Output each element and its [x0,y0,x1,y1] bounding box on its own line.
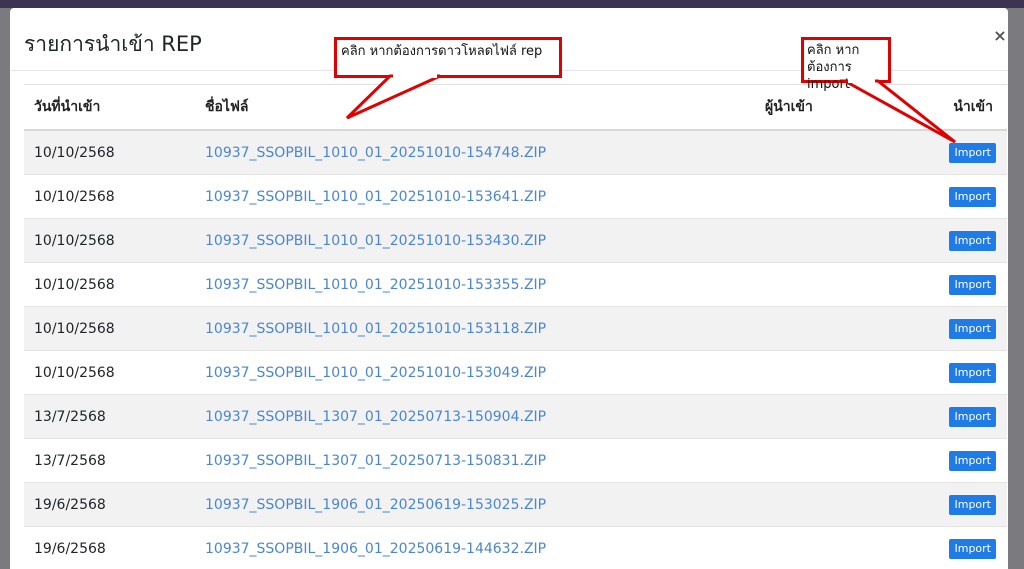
importer-cell [765,174,935,219]
importer-cell [765,262,935,307]
backdrop-right [1008,8,1024,569]
file-name-cell: 10937_SSOPBIL_1010_01_20251010-153355.ZI… [205,262,765,307]
download-hint-callout: คลิก หากต้องการดาวโหลดไฟล์ rep [334,37,562,78]
import-date-cell: 10/10/2568 [24,174,205,219]
importer-cell [765,129,935,175]
table-row: 19/6/2568 10937_SSOPBIL_1906_01_20250619-… [24,526,1007,569]
file-download-link[interactable]: 10937_SSOPBIL_1307_01_20250713-150904.ZI… [205,409,546,425]
rep-file-table: วันที่นำเข้า ชื่อไฟล์ ผู้นำเข้า นำเข้า 1… [24,84,1007,569]
import-button[interactable]: Import [949,406,996,427]
import-button[interactable]: Import [949,142,996,163]
col-header-import: นำเข้า [935,84,1007,131]
import-button[interactable]: Import [949,450,996,471]
col-header-importer: ผู้นำเข้า [765,84,935,131]
file-download-link[interactable]: 10937_SSOPBIL_1010_01_20251010-153355.ZI… [205,277,546,293]
importer-cell [765,438,935,483]
import-button[interactable]: Import [949,186,996,207]
import-cell: Import [935,218,1007,263]
file-download-link[interactable]: 10937_SSOPBIL_1010_01_20251010-153049.ZI… [205,365,546,381]
import-date-cell: 10/10/2568 [24,350,205,395]
table-row: 10/10/2568 10937_SSOPBIL_1010_01_20251010… [24,262,1007,307]
file-download-link[interactable]: 10937_SSOPBIL_1906_01_20250619-153025.ZI… [205,497,546,513]
col-header-import-date: วันที่นำเข้า [24,84,205,131]
import-cell: Import [935,129,1007,175]
table-row: 19/6/2568 10937_SSOPBIL_1906_01_20250619-… [24,482,1007,527]
importer-cell [765,394,935,439]
importer-cell [765,526,935,569]
file-name-cell: 10937_SSOPBIL_1010_01_20251010-153430.ZI… [205,218,765,263]
file-name-cell: 10937_SSOPBIL_1010_01_20251010-153641.ZI… [205,174,765,219]
file-name-cell: 10937_SSOPBIL_1307_01_20250713-150904.ZI… [205,394,765,439]
table-row: 10/10/2568 10937_SSOPBIL_1010_01_20251010… [24,218,1007,263]
file-download-link[interactable]: 10937_SSOPBIL_1010_01_20251010-153430.ZI… [205,233,546,249]
table-row: 10/10/2568 10937_SSOPBIL_1010_01_20251010… [24,174,1007,219]
table-row: 13/7/2568 10937_SSOPBIL_1307_01_20250713-… [24,394,1007,439]
table-row: 10/10/2568 10937_SSOPBIL_1010_01_20251010… [24,129,1007,175]
import-cell: Import [935,350,1007,395]
import-date-cell: 13/7/2568 [24,438,205,483]
close-icon[interactable]: × [992,24,1008,46]
table-header-row: วันที่นำเข้า ชื่อไฟล์ ผู้นำเข้า นำเข้า [24,84,1007,131]
import-button[interactable]: Import [949,318,996,339]
file-name-cell: 10937_SSOPBIL_1010_01_20251010-153049.ZI… [205,350,765,395]
import-hint-callout: คลิก หากต้องการ import [801,37,891,92]
import-button[interactable]: Import [949,230,996,251]
import-cell: Import [935,438,1007,483]
file-name-cell: 10937_SSOPBIL_1010_01_20251010-153118.ZI… [205,306,765,351]
modal-title: รายการนำเข้า REP [24,32,202,56]
file-download-link[interactable]: 10937_SSOPBIL_1010_01_20251010-154748.ZI… [205,145,546,161]
backdrop-left [0,8,10,569]
import-cell: Import [935,306,1007,351]
importer-cell [765,482,935,527]
file-name-cell: 10937_SSOPBIL_1307_01_20250713-150831.ZI… [205,438,765,483]
file-name-cell: 10937_SSOPBIL_1010_01_20251010-154748.ZI… [205,129,765,175]
app-top-bar [0,0,1024,8]
table-row: 13/7/2568 10937_SSOPBIL_1307_01_20250713-… [24,438,1007,483]
import-date-cell: 19/6/2568 [24,482,205,527]
import-date-cell: 10/10/2568 [24,306,205,351]
import-date-cell: 13/7/2568 [24,394,205,439]
import-cell: Import [935,482,1007,527]
import-date-cell: 19/6/2568 [24,526,205,569]
import-date-cell: 10/10/2568 [24,218,205,263]
import-date-cell: 10/10/2568 [24,129,205,175]
importer-cell [765,306,935,351]
importer-cell [765,218,935,263]
import-cell: Import [935,262,1007,307]
table-row: 10/10/2568 10937_SSOPBIL_1010_01_20251010… [24,306,1007,351]
rep-import-modal: รายการนำเข้า REP × วันที่นำเข้า ชื่อไฟล์… [10,8,1008,569]
file-name-cell: 10937_SSOPBIL_1906_01_20250619-144632.ZI… [205,526,765,569]
import-cell: Import [935,526,1007,569]
import-cell: Import [935,174,1007,219]
file-download-link[interactable]: 10937_SSOPBIL_1307_01_20250713-150831.ZI… [205,453,546,469]
import-date-cell: 10/10/2568 [24,262,205,307]
file-download-link[interactable]: 10937_SSOPBIL_1906_01_20250619-144632.ZI… [205,541,546,557]
import-button[interactable]: Import [949,274,996,295]
importer-cell [765,350,935,395]
file-download-link[interactable]: 10937_SSOPBIL_1010_01_20251010-153118.ZI… [205,321,546,337]
col-header-file-name: ชื่อไฟล์ [205,84,765,131]
import-button[interactable]: Import [949,494,996,515]
file-download-link[interactable]: 10937_SSOPBIL_1010_01_20251010-153641.ZI… [205,189,546,205]
file-name-cell: 10937_SSOPBIL_1906_01_20250619-153025.ZI… [205,482,765,527]
import-button[interactable]: Import [949,538,996,559]
table-row: 10/10/2568 10937_SSOPBIL_1010_01_20251010… [24,350,1007,395]
import-button[interactable]: Import [949,362,996,383]
import-cell: Import [935,394,1007,439]
